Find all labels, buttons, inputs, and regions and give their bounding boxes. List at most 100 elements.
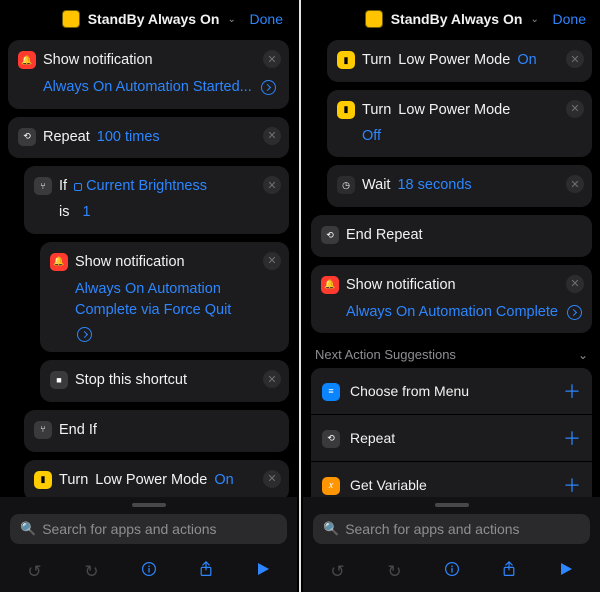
right-pane: StandBy Always On ⌄ Done ✕ ▮ Turn Low Po…	[303, 0, 600, 592]
action-label: If	[59, 176, 67, 198]
action-parameter[interactable]: On	[517, 50, 536, 72]
delete-action-icon[interactable]: ✕	[566, 50, 584, 68]
header: StandBy Always On ⌄ Done	[303, 0, 600, 36]
disclosure-icon[interactable]	[567, 305, 582, 320]
action-label: Turn	[59, 470, 88, 492]
action-end-repeat[interactable]: ⟲ End Repeat	[311, 215, 592, 257]
disclosure-icon[interactable]	[261, 80, 276, 95]
info-button[interactable]	[437, 561, 467, 582]
delete-action-icon[interactable]: ✕	[566, 100, 584, 118]
action-wait[interactable]: ✕ ◷ Wait 18 seconds	[327, 165, 592, 207]
search-placeholder: Search for apps and actions	[345, 521, 519, 537]
share-button[interactable]	[494, 561, 524, 582]
grabber-icon[interactable]	[132, 503, 166, 507]
action-object: Low Power Mode	[398, 100, 510, 122]
toolbar: ↺ ↻	[0, 553, 297, 592]
delete-action-icon[interactable]: ✕	[263, 252, 281, 270]
action-low-power-mode[interactable]: ✕ ▮ Turn Low Power Mode On	[24, 460, 289, 502]
redo-button[interactable]: ↻	[380, 562, 410, 582]
suggestion-label: Choose from Menu	[350, 383, 553, 399]
search-icon: 🔍	[323, 521, 339, 537]
action-parameter[interactable]: 100 times	[97, 127, 160, 149]
delete-action-icon[interactable]: ✕	[263, 50, 281, 68]
action-stop-shortcut[interactable]: ✕ ■ Stop this shortcut	[40, 360, 289, 402]
variable-pill[interactable]: Current Brightness	[74, 176, 207, 198]
action-low-power-mode[interactable]: ✕ ▮ Turn Low Power Mode Off	[327, 90, 592, 158]
done-button[interactable]: Done	[553, 11, 586, 27]
action-show-notification[interactable]: ✕ 🔔 Show notification Always On Automati…	[40, 242, 289, 352]
variable-icon: 𝑥	[322, 477, 340, 495]
delete-action-icon[interactable]: ✕	[263, 127, 281, 145]
action-repeat[interactable]: ✕ ⟲ Repeat 100 times	[8, 117, 289, 159]
search-input[interactable]: 🔍 Search for apps and actions	[313, 514, 590, 544]
battery-icon: ▮	[337, 101, 355, 119]
share-button[interactable]	[191, 561, 221, 582]
shortcut-title: StandBy Always On	[391, 11, 523, 27]
left-pane: StandBy Always On ⌄ Done ✕ 🔔 Show notifi…	[0, 0, 297, 592]
suggestion-label: Get Variable	[350, 477, 553, 493]
action-object: Low Power Mode	[95, 470, 207, 492]
timer-icon: ◷	[337, 176, 355, 194]
grabber-icon[interactable]	[435, 503, 469, 507]
bell-icon: 🔔	[18, 51, 36, 69]
variable-pill-icon	[74, 183, 82, 191]
bell-icon: 🔔	[321, 276, 339, 294]
action-label: End Repeat	[346, 225, 423, 247]
action-end-if[interactable]: ⑂ End If	[24, 410, 289, 452]
repeat-icon: ⟲	[18, 128, 36, 146]
shortcut-title: StandBy Always On	[88, 11, 220, 27]
header-title-group[interactable]: StandBy Always On ⌄	[365, 10, 539, 28]
menu-icon: ≡	[322, 383, 340, 401]
action-parameter[interactable]: On	[214, 470, 233, 492]
chevron-down-icon: ⌄	[530, 14, 538, 25]
stop-icon: ■	[50, 371, 68, 389]
action-parameter[interactable]: Always On Automation Started...	[43, 77, 252, 99]
repeat-icon: ⟲	[321, 226, 339, 244]
search-input[interactable]: 🔍 Search for apps and actions	[10, 514, 287, 544]
action-show-notification[interactable]: ✕ 🔔 Show notification Always On Automati…	[8, 40, 289, 109]
variable-pill-label: Current Brightness	[86, 176, 207, 198]
run-button[interactable]	[551, 561, 581, 582]
delete-action-icon[interactable]: ✕	[263, 470, 281, 488]
bottom-sheet: 🔍 Search for apps and actions ↺ ↻	[303, 497, 600, 592]
action-parameter[interactable]: 1	[82, 202, 90, 224]
suggestion-choose-from-menu[interactable]: ≡ Choose from Menu ＋	[311, 368, 592, 415]
add-suggestion-button[interactable]: ＋	[563, 425, 581, 451]
action-show-notification[interactable]: ✕ 🔔 Show notification Always On Automati…	[311, 265, 592, 334]
delete-action-icon[interactable]: ✕	[263, 370, 281, 388]
undo-button[interactable]: ↺	[323, 562, 353, 582]
repeat-icon: ⟲	[322, 430, 340, 448]
action-parameter[interactable]: Off	[362, 126, 381, 148]
add-suggestion-button[interactable]: ＋	[563, 472, 581, 498]
action-label: Turn	[362, 50, 391, 72]
delete-action-icon[interactable]: ✕	[566, 275, 584, 293]
suggestion-repeat[interactable]: ⟲ Repeat ＋	[311, 415, 592, 462]
action-parameter[interactable]: 18 seconds	[397, 175, 471, 197]
action-low-power-mode[interactable]: ✕ ▮ Turn Low Power Mode On	[327, 40, 592, 82]
action-object: Low Power Mode	[398, 50, 510, 72]
info-button[interactable]	[134, 561, 164, 582]
action-label: Repeat	[43, 127, 90, 149]
search-placeholder: Search for apps and actions	[42, 521, 216, 537]
action-label: Turn	[362, 100, 391, 122]
suggestions-header[interactable]: Next Action Suggestions ⌄	[311, 341, 592, 368]
action-label: End If	[59, 420, 97, 442]
bottom-sheet: 🔍 Search for apps and actions ↺ ↻	[0, 497, 297, 592]
toolbar: ↺ ↻	[303, 553, 600, 592]
run-button[interactable]	[248, 561, 278, 582]
disclosure-icon[interactable]	[77, 327, 92, 342]
action-parameter[interactable]: Always On Automation Complete	[346, 302, 558, 324]
undo-button[interactable]: ↺	[20, 562, 50, 582]
pane-divider	[299, 0, 301, 592]
battery-icon: ▮	[337, 51, 355, 69]
action-if[interactable]: ✕ ⑂ If Current Brightness is 1	[24, 166, 289, 234]
search-icon: 🔍	[20, 521, 36, 537]
redo-button[interactable]: ↻	[77, 562, 107, 582]
add-suggestion-button[interactable]: ＋	[563, 378, 581, 404]
action-label: Show notification	[346, 275, 456, 297]
header-title-group[interactable]: StandBy Always On ⌄	[62, 10, 236, 28]
shortcut-emblem-icon	[62, 10, 80, 28]
action-parameter[interactable]: Always On Automation Complete via Force …	[75, 279, 279, 323]
done-button[interactable]: Done	[250, 11, 283, 27]
action-tail: is	[59, 202, 69, 224]
